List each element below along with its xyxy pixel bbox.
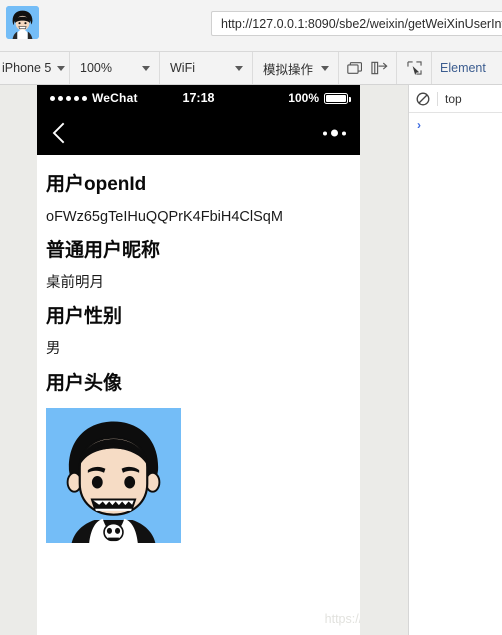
more-options-icon[interactable]	[323, 129, 346, 137]
network-select[interactable]: WiFi	[160, 52, 253, 84]
field-value-nickname: 桌前明月	[46, 275, 104, 292]
address-bar-text: http://127.0.0.1:8090/sbe2/weixin/getWei…	[221, 16, 502, 31]
chevron-down-icon	[235, 65, 243, 71]
inspect-element-button[interactable]	[397, 52, 432, 84]
console-prompt-chevron-icon: ›	[417, 118, 421, 132]
device-select[interactable]: iPhone 5	[0, 52, 70, 84]
console-input-prompt[interactable]: ›	[409, 113, 502, 132]
address-bar[interactable]: http://127.0.0.1:8090/sbe2/weixin/getWei…	[211, 11, 502, 36]
device-emulation-toolbar: iPhone 5 100% WiFi 模拟操作 Element	[0, 52, 502, 85]
tab-elements-label: Element	[440, 61, 486, 75]
battery-percent-label: 100%	[288, 91, 319, 105]
console-context-select[interactable]: top	[445, 92, 462, 106]
network-throttle-icon[interactable]	[371, 61, 388, 75]
zoom-select-label: 100%	[80, 61, 112, 75]
status-bar-right: 100%	[288, 91, 351, 105]
wechat-user-headimg	[46, 407, 181, 543]
chevron-left-icon[interactable]	[51, 122, 66, 144]
field-label-gender: 用户性别	[46, 306, 123, 328]
devtools-console-panel: top ›	[408, 85, 502, 635]
chevron-down-icon	[321, 65, 329, 71]
browser-top-bar: http://127.0.0.1:8090/sbe2/weixin/getWei…	[0, 0, 502, 52]
screenshot-root: http://127.0.0.1:8090/sbe2/weixin/getWei…	[0, 0, 502, 635]
page-content: 用户openId oFWz65gTeIHuQQPrK4FbiH4ClSqM 普通…	[37, 155, 360, 635]
screencast-icon[interactable]	[347, 61, 362, 75]
field-label-openid: 用户openId	[46, 174, 147, 195]
tab-elements[interactable]: Element	[432, 52, 494, 84]
phone-viewport: WeChat 17:18 100% 用户openId oFWz65gTeIHuQ…	[37, 85, 360, 635]
field-value-gender: 男	[46, 341, 61, 358]
ios-status-bar: WeChat 17:18 100%	[37, 85, 360, 111]
user-avatar-cartoon-icon	[6, 6, 39, 39]
device-toolbar-icons	[339, 52, 397, 84]
device-viewport-backdrop: WeChat 17:18 100% 用户openId oFWz65gTeIHuQ…	[0, 85, 408, 635]
field-label-headimg: 用户头像	[46, 372, 123, 394]
toolbar-divider	[437, 91, 438, 106]
battery-full-icon	[324, 92, 351, 104]
simulate-select[interactable]: 模拟操作	[253, 52, 339, 84]
clear-console-icon[interactable]	[416, 92, 430, 106]
field-value-openid: oFWz65gTeIHuQQPrK4FbiH4ClSqM	[46, 208, 283, 225]
simulate-select-label: 模拟操作	[263, 62, 314, 77]
chevron-down-icon	[142, 65, 150, 71]
inspect-element-icon	[407, 61, 422, 75]
watermark-text: https://zhuoqianmingyue.blog.csdn.net	[324, 612, 360, 626]
chevron-down-icon	[57, 65, 66, 71]
console-toolbar: top	[409, 85, 502, 113]
wechat-nav-bar	[37, 111, 360, 155]
field-label-nickname: 普通用户昵称	[46, 240, 161, 262]
network-select-label: WiFi	[170, 61, 195, 75]
device-select-label: iPhone 5	[2, 61, 52, 75]
zoom-select[interactable]: 100%	[70, 52, 160, 84]
